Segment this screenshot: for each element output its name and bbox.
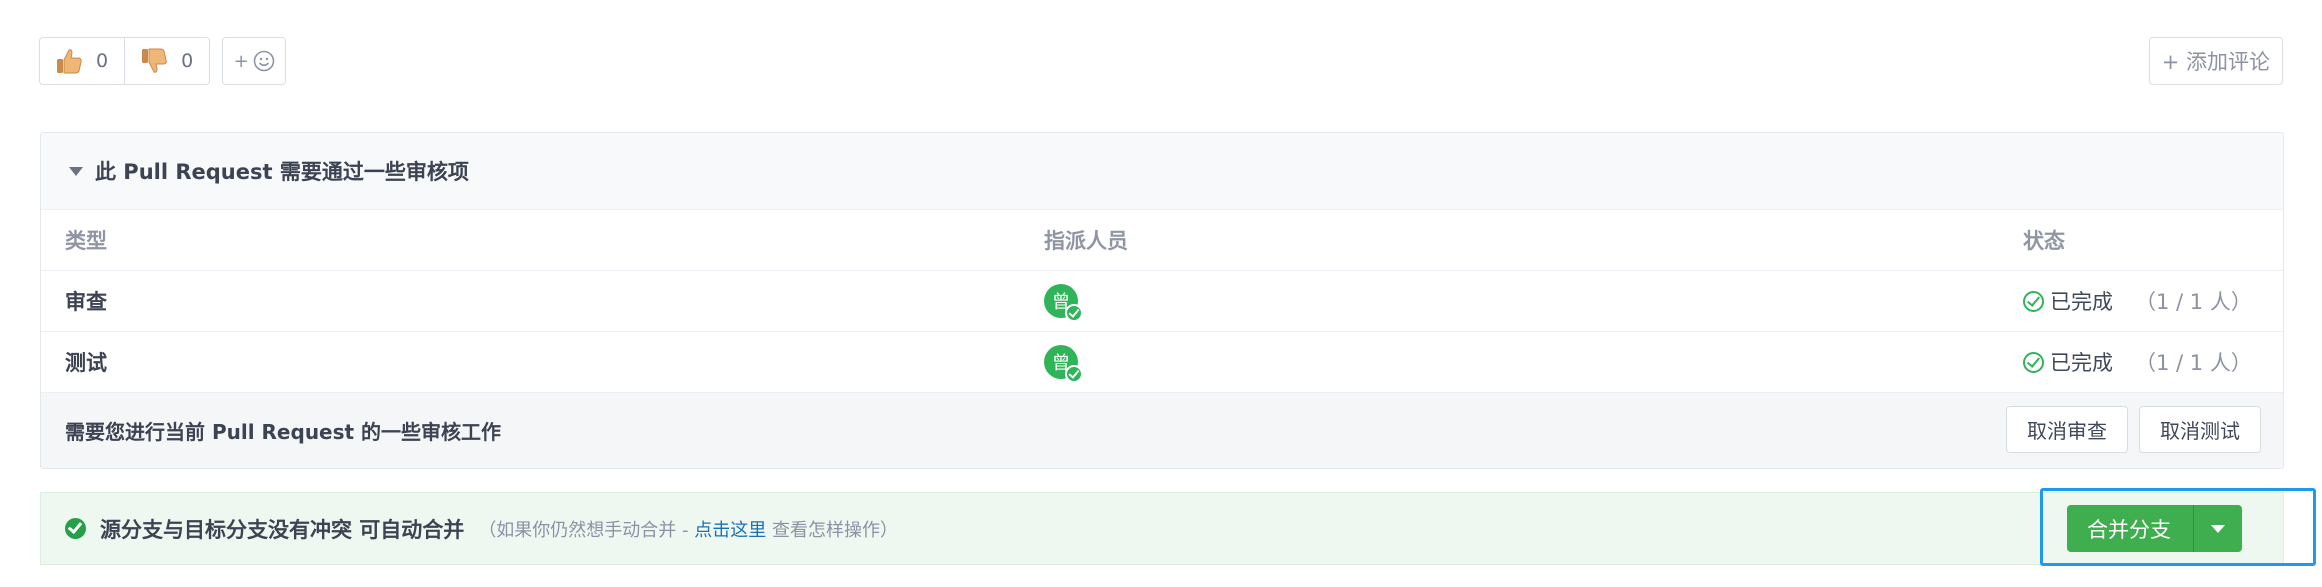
thumbs-up-button[interactable]: 0 bbox=[40, 38, 124, 84]
status-cell: 已完成 （1 / 1 人） bbox=[2023, 286, 2252, 316]
table-row: 审查 曾 已完成 （1 / 1 人） bbox=[41, 270, 2283, 331]
review-panel: 此 Pull Request 需要通过一些审核项 类型 指派人员 状态 审查 曾… bbox=[40, 132, 2284, 469]
success-check-icon bbox=[65, 518, 86, 539]
assignee-cell: 曾 bbox=[1044, 345, 1083, 383]
assignee-cell: 曾 bbox=[1044, 284, 1083, 322]
thumbs-down-count: 0 bbox=[181, 50, 194, 72]
check-circle-icon bbox=[2023, 290, 2044, 312]
cancel-test-button[interactable]: 取消测试 bbox=[2139, 406, 2261, 453]
status-text: 已完成 bbox=[2050, 290, 2113, 314]
manual-merge-link[interactable]: 点击这里 bbox=[694, 520, 766, 541]
review-type-label: 审查 bbox=[65, 290, 107, 314]
approval-count: （1 / 1 人） bbox=[2135, 290, 2252, 314]
merge-options-dropdown[interactable] bbox=[2194, 505, 2242, 552]
review-required-text: 需要您进行当前 Pull Request 的一些审核工作 bbox=[65, 420, 502, 444]
avatar[interactable]: 曾 bbox=[1044, 345, 1083, 383]
status-badge: 已完成 bbox=[2023, 347, 2113, 377]
status-badge: 已完成 bbox=[2023, 286, 2113, 316]
add-reaction-button[interactable]: + bbox=[222, 37, 287, 85]
thumbs-down-icon bbox=[142, 48, 167, 73]
merge-button-group: 合并分支 bbox=[2067, 505, 2242, 552]
merge-hint-prefix: （如果你仍然想手动合并 - bbox=[478, 519, 695, 541]
reaction-group: 0 0 bbox=[39, 37, 211, 85]
column-assignee: 指派人员 bbox=[1044, 229, 1128, 253]
merge-hint: （如果你仍然想手动合并 - 点击这里 查看怎样操作） bbox=[478, 516, 898, 542]
thumbs-up-count: 0 bbox=[96, 50, 109, 72]
plus-icon: + bbox=[233, 50, 249, 72]
status-text: 已完成 bbox=[2050, 351, 2113, 375]
merge-branch-button[interactable]: 合并分支 bbox=[2067, 505, 2194, 552]
column-status: 状态 bbox=[2023, 229, 2065, 253]
approved-badge-icon bbox=[1065, 365, 1083, 383]
approval-count: （1 / 1 人） bbox=[2135, 351, 2252, 375]
review-panel-title: 此 Pull Request 需要通过一些审核项 bbox=[95, 160, 469, 184]
reaction-bar: 0 0 + bbox=[39, 37, 287, 85]
merge-status-bar: 源分支与目标分支没有冲突 可自动合并 （如果你仍然想手动合并 - 点击这里 查看… bbox=[40, 492, 2284, 565]
thumbs-down-button[interactable]: 0 bbox=[124, 38, 209, 84]
review-panel-header[interactable]: 此 Pull Request 需要通过一些审核项 bbox=[41, 133, 2283, 209]
thumbs-up-icon bbox=[57, 49, 82, 74]
cancel-review-button[interactable]: 取消审查 bbox=[2006, 406, 2128, 453]
status-cell: 已完成 （1 / 1 人） bbox=[2023, 347, 2252, 377]
collapse-triangle-icon[interactable] bbox=[69, 166, 83, 176]
caret-down-icon bbox=[2211, 524, 2225, 533]
table-row: 测试 曾 已完成 （1 / 1 人） bbox=[41, 331, 2283, 392]
merge-status-text: 源分支与目标分支没有冲突 可自动合并 bbox=[100, 517, 465, 542]
smiley-icon bbox=[253, 50, 275, 72]
review-panel-footer: 需要您进行当前 Pull Request 的一些审核工作 取消审查 取消测试 bbox=[41, 392, 2283, 468]
avatar[interactable]: 曾 bbox=[1044, 284, 1083, 322]
review-table-header: 类型 指派人员 状态 bbox=[41, 209, 2283, 270]
add-comment-button[interactable]: + 添加评论 bbox=[2148, 37, 2283, 85]
check-circle-icon bbox=[2023, 351, 2044, 373]
merge-hint-suffix: 查看怎样操作） bbox=[766, 519, 898, 541]
approved-badge-icon bbox=[1065, 304, 1083, 322]
review-actions: 取消审查 取消测试 bbox=[2006, 406, 2261, 453]
column-type: 类型 bbox=[65, 229, 107, 253]
review-type-label: 测试 bbox=[65, 351, 107, 375]
